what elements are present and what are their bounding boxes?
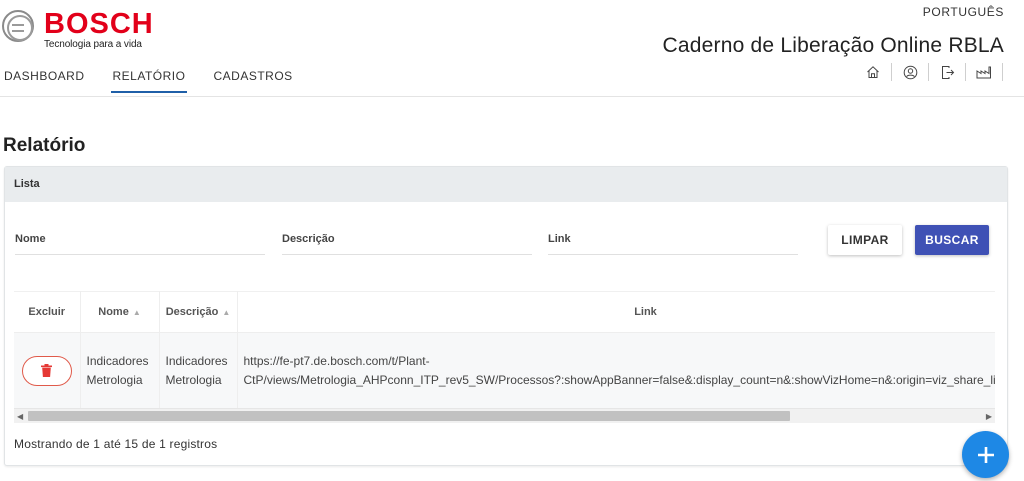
brand-name: BOSCH bbox=[44, 8, 154, 40]
column-label: Nome bbox=[98, 306, 129, 318]
card-title: Lista bbox=[5, 167, 1007, 202]
divider bbox=[965, 63, 966, 81]
app-title: Caderno de Liberação Online RBLA bbox=[662, 34, 1004, 57]
user-icon[interactable] bbox=[895, 62, 925, 82]
column-header-descricao[interactable]: Descrição ▲ bbox=[159, 291, 238, 333]
column-header-link: Link bbox=[237, 291, 995, 333]
nome-cell: Indicadores Metrologia bbox=[80, 332, 160, 409]
delete-cell bbox=[14, 332, 81, 409]
scroll-left-arrow-icon[interactable]: ◀ bbox=[17, 412, 23, 421]
column-header-excluir: Excluir bbox=[14, 291, 81, 333]
nav-dashboard[interactable]: DASHBOARD bbox=[4, 69, 85, 93]
home-icon[interactable] bbox=[858, 62, 888, 82]
trash-icon bbox=[41, 364, 53, 378]
bosch-armature-icon bbox=[2, 10, 34, 42]
page-title: Relatório bbox=[3, 135, 86, 156]
nav-cadastros[interactable]: CADASTROS bbox=[213, 69, 292, 93]
add-button[interactable] bbox=[962, 431, 1009, 478]
descricao-field[interactable]: Descrição bbox=[282, 225, 532, 255]
results-table: Excluir Nome ▲ Descrição ▲ Link Indicadore… bbox=[14, 291, 995, 409]
results-table-container: Excluir Nome ▲ Descrição ▲ Link Indicadore… bbox=[14, 291, 995, 423]
search-button[interactable]: BUSCAR bbox=[915, 225, 989, 255]
table-row[interactable]: Indicadores Metrologia Indicadores Metro… bbox=[14, 332, 995, 409]
nome-input[interactable] bbox=[15, 225, 265, 255]
divider bbox=[891, 63, 892, 81]
divider bbox=[928, 63, 929, 81]
factory-icon[interactable] bbox=[969, 62, 999, 82]
clear-button[interactable]: LIMPAR bbox=[828, 225, 902, 255]
column-label: Descrição bbox=[165, 306, 219, 318]
header-icon-bar bbox=[858, 62, 1006, 82]
delete-button[interactable] bbox=[21, 355, 72, 386]
logo-text: BOSCH Tecnologia para a vida bbox=[44, 8, 154, 51]
nome-field[interactable]: Nome bbox=[15, 225, 265, 255]
app-header: BOSCH Tecnologia para a vida PORTUGUÊS C… bbox=[0, 0, 1024, 97]
table-header-row: Excluir Nome ▲ Descrição ▲ Link bbox=[14, 291, 995, 333]
sort-icon[interactable]: ▲ bbox=[222, 308, 230, 317]
link-input[interactable] bbox=[548, 225, 798, 255]
nav-relatorio[interactable]: RELATÓRIO bbox=[110, 69, 188, 93]
scroll-right-arrow-icon[interactable]: ▶ bbox=[986, 412, 992, 421]
descricao-cell: Indicadores Metrologia bbox=[159, 332, 238, 409]
descricao-input[interactable] bbox=[282, 225, 532, 255]
horizontal-scrollbar[interactable]: ◀ ▶ bbox=[14, 408, 995, 423]
scrollbar-thumb[interactable] bbox=[28, 411, 790, 421]
plus-icon bbox=[977, 446, 994, 463]
column-header-nome[interactable]: Nome ▲ bbox=[80, 291, 160, 333]
link-field[interactable]: Link bbox=[548, 225, 798, 255]
brand-tagline: Tecnologia para a vida bbox=[44, 39, 142, 50]
column-label: Link bbox=[634, 306, 657, 318]
logout-icon[interactable] bbox=[932, 62, 962, 82]
list-card: Lista Nome Descrição Link LIMPAR BUSCAR … bbox=[4, 166, 1008, 466]
pagination-info: Mostrando de 1 até 15 de 1 registros bbox=[14, 437, 218, 451]
sort-icon[interactable]: ▲ bbox=[133, 308, 141, 317]
filter-bar: Nome Descrição Link LIMPAR BUSCAR bbox=[5, 225, 1007, 265]
link-cell[interactable]: https://fe-pt7.de.bosch.com/t/Plant-CtP/… bbox=[237, 332, 995, 409]
divider bbox=[1002, 63, 1003, 81]
column-label: Excluir bbox=[28, 306, 66, 318]
bosch-logo[interactable]: BOSCH Tecnologia para a vida bbox=[2, 10, 154, 50]
language-selector[interactable]: PORTUGUÊS bbox=[923, 5, 1004, 19]
main-nav: DASHBOARD RELATÓRIO CADASTROS bbox=[4, 69, 321, 93]
